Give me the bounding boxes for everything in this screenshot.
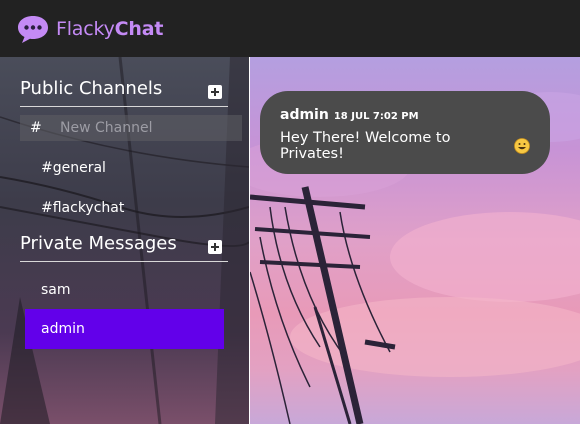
chat-bubble-logo-icon — [16, 13, 50, 45]
message-timestamp: 18 JUL 7:02 PM — [333, 111, 419, 122]
brand-light: Flacky — [56, 17, 115, 40]
grinning-face-icon — [514, 138, 530, 154]
app-brand[interactable]: FlackyChat — [56, 18, 163, 40]
channel-item-flackychat[interactable]: #flackychat — [25, 188, 224, 228]
public-channels-title: Public Channels — [20, 78, 163, 99]
message-text: Hey There! Welcome to Privates! — [280, 130, 451, 162]
chat-area: admin 18 JUL 7:02 PM Hey There! Welcome … — [250, 57, 580, 424]
sidebar: Public Channels # #general #flackychat P… — [0, 57, 249, 424]
brand-bold: Chat — [114, 17, 164, 40]
user-item-sam[interactable]: sam — [25, 270, 224, 310]
message-username[interactable]: admin — [280, 107, 329, 123]
channel-item-general[interactable]: #general — [25, 148, 224, 188]
user-item-admin[interactable]: admin — [25, 309, 224, 349]
hash-label: # — [30, 120, 42, 136]
new-channel-input[interactable] — [60, 120, 230, 136]
private-messages-header: Private Messages — [20, 233, 228, 262]
private-messages-title: Private Messages — [20, 233, 177, 254]
public-channels-header: Public Channels — [20, 78, 228, 107]
new-channel-field: # — [20, 115, 242, 141]
add-private-message-plus-icon[interactable] — [208, 240, 222, 254]
add-channel-plus-icon[interactable] — [208, 85, 222, 99]
top-bar: FlackyChat — [0, 0, 580, 57]
message-bubble: admin 18 JUL 7:02 PM Hey There! Welcome … — [260, 91, 550, 174]
